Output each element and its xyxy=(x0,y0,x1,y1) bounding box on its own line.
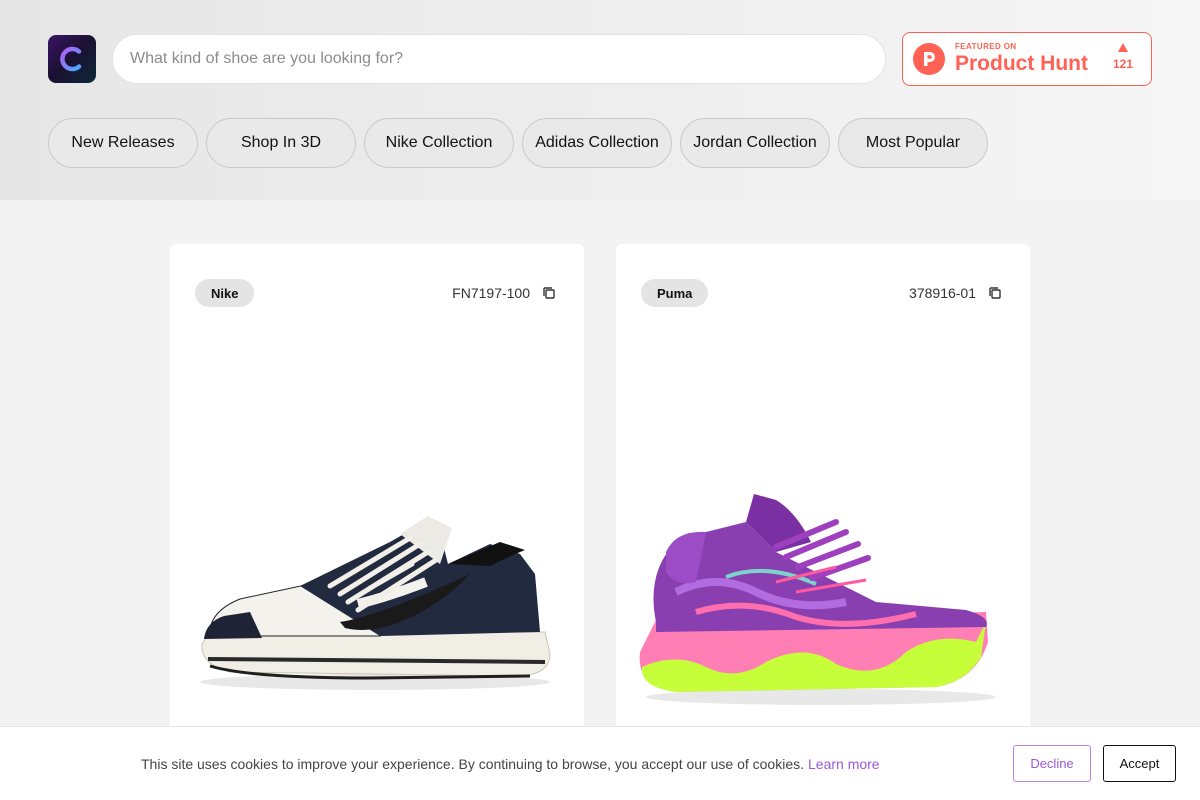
nav-adidas-collection[interactable]: Adidas Collection xyxy=(522,118,672,168)
ph-votes-value: 121 xyxy=(1112,57,1133,71)
sku-text: FN7197-100 xyxy=(452,285,530,301)
ph-name-label: Product Hunt xyxy=(955,52,1088,75)
nav-jordan-collection[interactable]: Jordan Collection xyxy=(680,118,830,168)
cookie-banner: This site uses cookies to improve your e… xyxy=(0,726,1200,800)
ph-featured-label: FEATURED ON xyxy=(955,42,1017,51)
brand-tag: Puma xyxy=(641,279,709,307)
ph-upvote-count: 121 xyxy=(1113,43,1133,71)
copy-icon[interactable] xyxy=(988,286,1002,300)
upvote-triangle-icon xyxy=(1117,43,1128,52)
nav-most-popular[interactable]: Most Popular xyxy=(838,118,988,168)
product-hunt-text: FEATURED ON Product Hunt xyxy=(955,42,1088,76)
category-nav: New Releases Shop In 3D Nike Collection … xyxy=(48,118,988,168)
cookie-message: This site uses cookies to improve your e… xyxy=(141,756,805,772)
nav-shop-in-3d[interactable]: Shop In 3D xyxy=(206,118,356,168)
app-logo[interactable] xyxy=(48,35,96,83)
product-hunt-badge[interactable]: FEATURED ON Product Hunt 121 xyxy=(902,32,1152,86)
learn-more-link[interactable]: Learn more xyxy=(808,756,880,772)
letter-c-logo-icon xyxy=(60,46,82,72)
header: FEATURED ON Product Hunt 121 New Release… xyxy=(0,0,1200,200)
brand-tag: Nike xyxy=(195,279,255,307)
nav-nike-collection[interactable]: Nike Collection xyxy=(364,118,514,168)
accept-button[interactable]: Accept xyxy=(1103,745,1176,782)
decline-button[interactable]: Decline xyxy=(1013,745,1091,782)
nav-new-releases[interactable]: New Releases xyxy=(48,118,198,168)
sku-row: 378916-01 xyxy=(909,285,1002,301)
copy-icon[interactable] xyxy=(542,286,556,300)
puma-sneaker-image xyxy=(639,494,996,705)
search-input[interactable] xyxy=(112,34,886,84)
sku-text: 378916-01 xyxy=(909,285,976,301)
product-card[interactable]: Nike FN7197-100 xyxy=(170,244,584,744)
product-card[interactable]: Puma 378916-01 xyxy=(616,244,1030,744)
sku-row: FN7197-100 xyxy=(452,285,556,301)
nike-dunk-sneaker-image xyxy=(200,516,551,690)
product-hunt-icon xyxy=(913,43,945,75)
